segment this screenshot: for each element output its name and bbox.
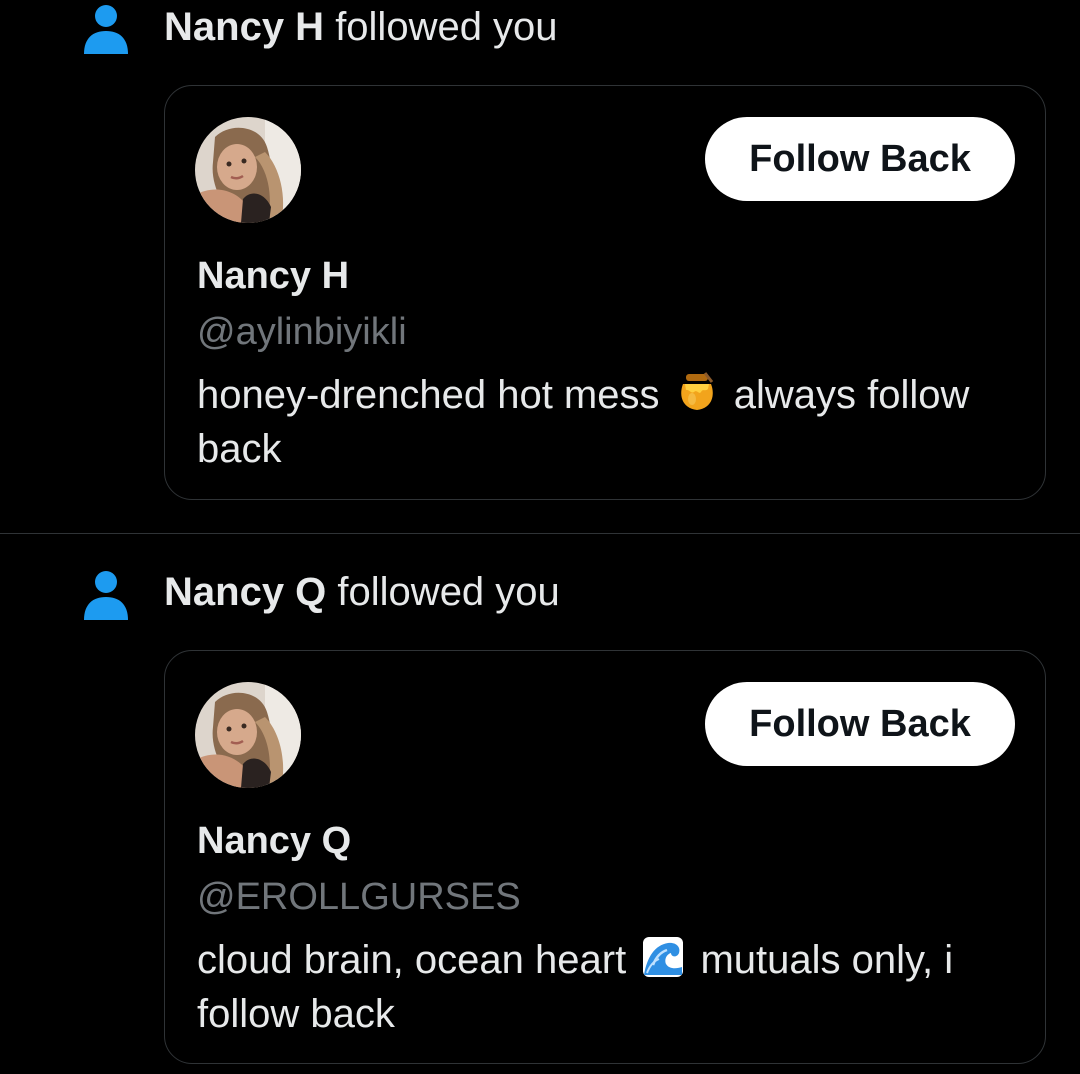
bio-text: back	[197, 427, 282, 471]
follow-back-button[interactable]: Follow Back	[705, 117, 1015, 201]
user-bio: honey-drenched hot mess always follow ba…	[197, 368, 1017, 476]
bio-text: always follow	[733, 373, 970, 417]
water-wave-emoji	[641, 935, 685, 979]
honey-pot-emoji	[675, 370, 719, 414]
display-name[interactable]: Nancy Q	[197, 819, 351, 863]
bio-text: cloud brain, ocean heart	[197, 938, 627, 982]
follow-notification[interactable]: Nancy Q followed you Follow Back Nancy Q…	[0, 534, 1080, 1074]
avatar[interactable]	[195, 117, 301, 223]
bio-text: mutuals only, i	[700, 938, 954, 982]
action-text: followed you	[337, 570, 560, 614]
avatar[interactable]	[195, 682, 301, 788]
notification-header: Nancy Q followed you	[164, 568, 560, 616]
notification-header: Nancy H followed you	[164, 3, 558, 51]
user-handle: @EROLLGURSES	[197, 876, 521, 918]
bio-text: follow back	[197, 992, 395, 1036]
person-icon	[82, 570, 130, 622]
display-name[interactable]: Nancy H	[197, 254, 349, 298]
person-icon	[82, 4, 130, 56]
user-handle: @aylinbiyikli	[197, 311, 407, 353]
follow-back-button[interactable]: Follow Back	[705, 682, 1015, 766]
user-bio: cloud brain, ocean heart mutuals only, i…	[197, 933, 1017, 1041]
user-card[interactable]: Follow Back Nancy H @aylinbiyikli honey-…	[164, 85, 1046, 500]
follow-notification[interactable]: Nancy H followed you Follow Back Nancy H…	[0, 0, 1080, 533]
follower-name[interactable]: Nancy H	[164, 5, 324, 49]
user-card[interactable]: Follow Back Nancy Q @EROLLGURSES cloud b…	[164, 650, 1046, 1064]
action-text: followed you	[335, 5, 558, 49]
bio-text: honey-drenched hot mess	[197, 373, 660, 417]
follower-name[interactable]: Nancy Q	[164, 570, 326, 614]
